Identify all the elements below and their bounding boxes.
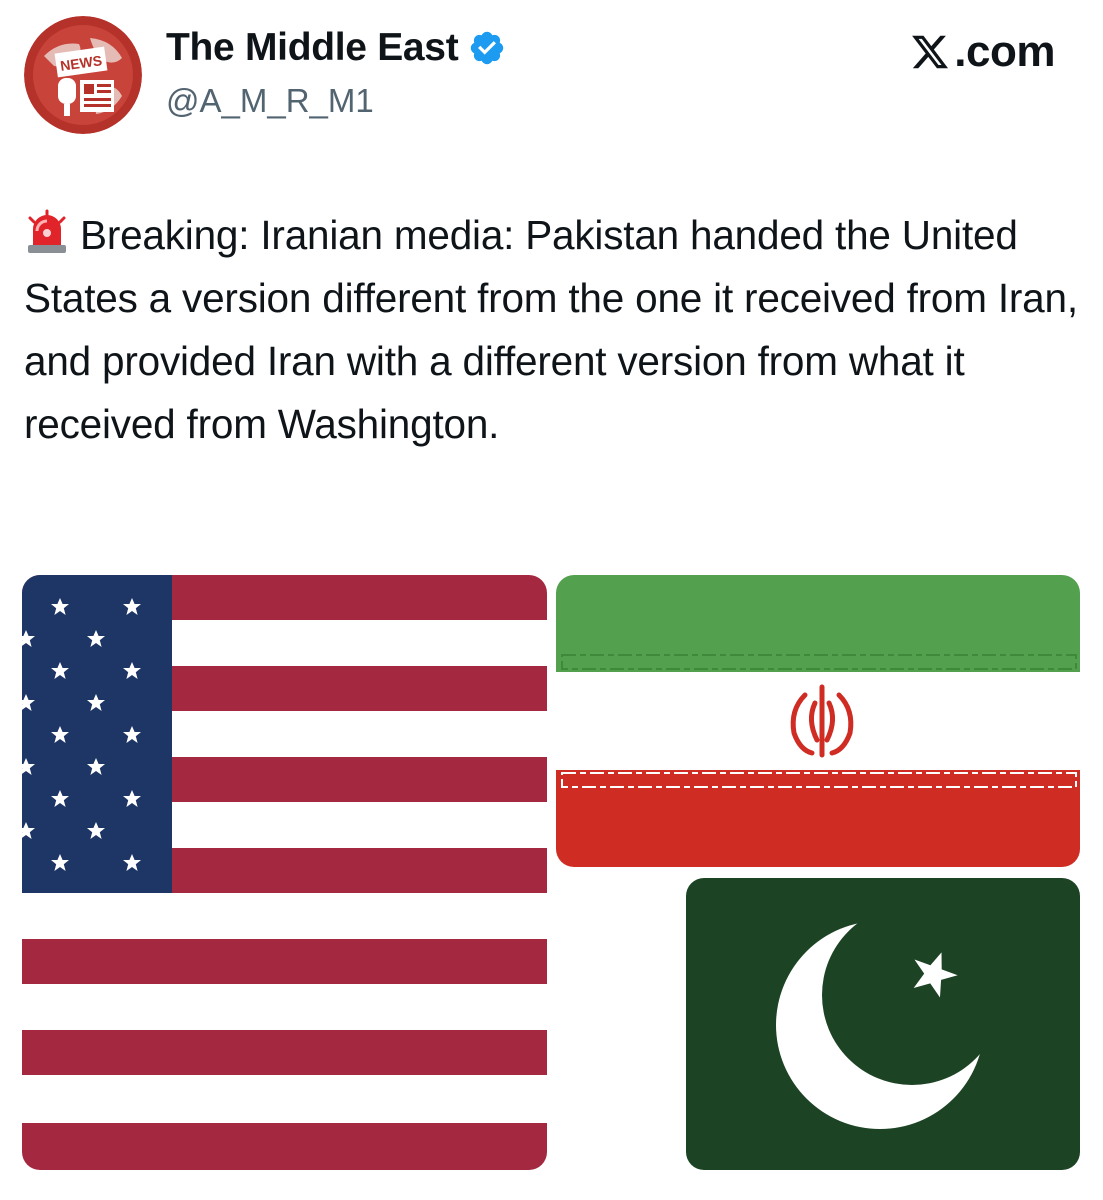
avatar[interactable]: NEWS [24, 16, 142, 134]
verified-badge-icon [471, 31, 504, 65]
media-image[interactable] [22, 575, 1080, 1170]
x-logo-icon [912, 35, 949, 69]
us-flag-icon [22, 575, 547, 1170]
pakistan-flag-icon [686, 878, 1080, 1170]
globe-news-icon: NEWS [24, 16, 142, 134]
tweet-text: Breaking: Iranian media: Pakistan handed… [24, 212, 1078, 447]
x-logo: .com [910, 27, 1055, 77]
author-display-name[interactable]: The Middle East [166, 26, 459, 70]
x-logo-text: .com [954, 27, 1055, 76]
police-siren-icon [28, 209, 66, 253]
tweet-media[interactable] [22, 575, 1080, 1170]
iran-flag-icon [556, 575, 1080, 867]
author-handle[interactable]: @A_M_R_M1 [166, 82, 374, 120]
tweet-header: NEWS The Middle East @A_M_R_M1 .com [0, 0, 1103, 160]
author-name-row[interactable]: The Middle East [166, 26, 506, 70]
tweet-body: Breaking: Iranian media: Pakistan handed… [24, 204, 1084, 456]
